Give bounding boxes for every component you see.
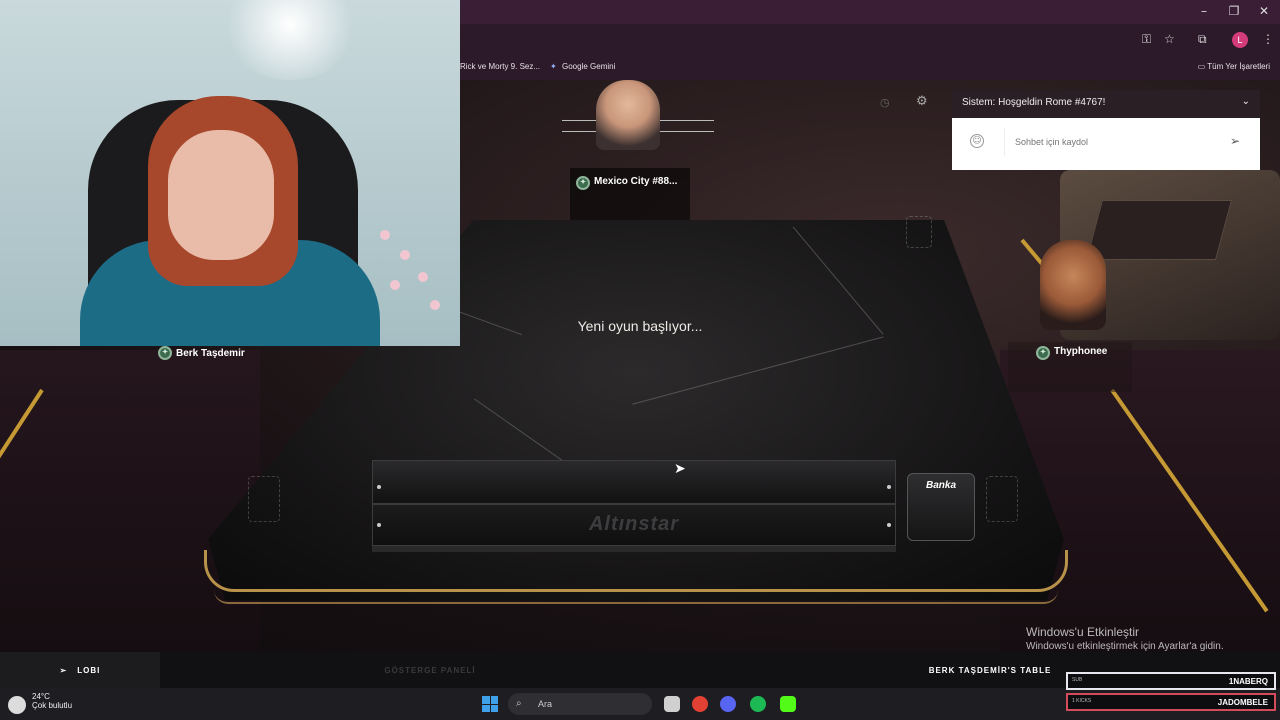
flower-blossom	[418, 272, 428, 282]
discard-slot-left[interactable]	[248, 476, 280, 522]
player-plate-top[interactable]: ✦ Mexico City #88...	[570, 168, 690, 220]
task-view-icon[interactable]	[664, 696, 680, 712]
search-placeholder: Ara	[538, 699, 553, 709]
timer-icon: ◷	[880, 96, 890, 109]
player-name-right: Thyphonee	[1054, 346, 1108, 357]
bank-label: Banka	[925, 480, 956, 491]
gemini-icon: ✦	[550, 62, 557, 71]
flower-decoration	[370, 220, 450, 340]
mouse-cursor-icon: ➤	[674, 461, 686, 477]
rack-divider	[373, 503, 895, 505]
title-bar: – ❐ ✕	[460, 0, 1280, 24]
chat-panel: Sistem: Hoşgeldin Rome #4767! ⌄ ☺ ➢	[952, 90, 1260, 170]
weather-desc: Çok bulutlu	[32, 701, 73, 710]
marble-vein	[792, 226, 884, 335]
table-rim-lower	[214, 590, 1058, 604]
tile-rack[interactable]: Altınstar	[372, 460, 896, 546]
stream-alerts: SUB 1NABERQ 1 KICKS JADOMBELE	[1066, 672, 1276, 714]
discord-icon[interactable]	[720, 696, 736, 712]
windows-start-icon[interactable]	[482, 696, 498, 712]
game-status-message: Yeni oyun başlıyor...	[577, 318, 703, 334]
bookmark-star-icon[interactable]: ☆	[1164, 32, 1175, 46]
bookmark-google-gemini[interactable]: Google Gemini	[562, 62, 615, 71]
marble-vein	[632, 336, 884, 405]
rack-base	[372, 546, 896, 552]
lobby-button[interactable]: ➣ LOBI	[0, 652, 160, 688]
player-name-left: Berk Taşdemir	[176, 347, 245, 359]
chat-header[interactable]: Sistem: Hoşgeldin Rome #4767! ⌄	[952, 90, 1260, 118]
alert-type: 1 KICKS	[1072, 698, 1092, 704]
send-icon[interactable]: ➢	[1230, 134, 1240, 148]
all-bookmarks-link[interactable]: ▭ Tüm Yer İşaretleri	[1198, 62, 1270, 71]
windows-activation-watermark: Windows'u Etkinleştir Windows'u etkinleş…	[1026, 625, 1224, 652]
chat-input[interactable]	[1004, 128, 1254, 156]
player-level-icon: ✦	[576, 176, 590, 190]
password-key-icon[interactable]: ⚿	[1142, 32, 1151, 47]
rack-rivet	[887, 485, 891, 489]
side-desk	[1085, 200, 1233, 260]
dashboard-tab[interactable]: GÖSTERGE PANELİ	[350, 652, 510, 688]
player-plate-right[interactable]: ✦ Thyphonee	[1008, 342, 1132, 392]
navigate-arrow-icon: ➣	[59, 665, 68, 675]
profile-avatar[interactable]: L	[1232, 32, 1248, 48]
lobby-label: LOBI	[77, 665, 101, 675]
flower-blossom	[390, 280, 400, 290]
alert-username: 1NABERQ	[1228, 677, 1268, 686]
player-name-top: Mexico City #88...	[594, 176, 678, 187]
all-bookmarks-label: Tüm Yer İşaretleri	[1207, 62, 1270, 71]
activation-subtitle: Windows'u etkinleştirmek için Ayarlar'a …	[1026, 641, 1224, 652]
chrome-icon[interactable]	[692, 696, 708, 712]
avatar-right-player	[1040, 240, 1106, 330]
settings-gear-icon[interactable]: ⚙	[916, 94, 928, 109]
close-button[interactable]: ✕	[1254, 4, 1274, 18]
weather-widget[interactable]: 24°C Çok bulutlu	[8, 692, 73, 714]
table-name: BERK TAŞDEMİR'S TABLE	[928, 665, 1052, 675]
alert-type: SUB	[1072, 677, 1083, 683]
system-message: Sistem: Hoşgeldin Rome #4767!	[962, 97, 1106, 108]
emoji-icon[interactable]: ☺	[970, 134, 984, 148]
browser-toolbar: ⚿ ☆ ⧉ L ⋮	[460, 24, 1280, 56]
player-level-icon: ✦	[1036, 346, 1050, 360]
alert-sub: SUB 1NABERQ	[1066, 672, 1276, 690]
menu-kebab-icon[interactable]: ⋮	[1262, 32, 1274, 46]
alert-kicks: 1 KICKS JADOMBELE	[1066, 693, 1276, 711]
restore-button[interactable]: ❐	[1224, 4, 1244, 18]
rack-logo: Altınstar	[588, 513, 680, 535]
folder-icon: ▭	[1197, 62, 1208, 71]
flower-blossom	[400, 250, 410, 260]
table-rim	[204, 550, 1068, 592]
bank-pile[interactable]: Banka	[907, 473, 975, 541]
streamer-face	[168, 130, 274, 260]
kick-icon[interactable]	[780, 696, 796, 712]
bookmark-rick-morty[interactable]: Rick ve Morty 9. Sez...	[460, 62, 540, 71]
flower-blossom	[430, 300, 440, 310]
discard-slot-right[interactable]	[986, 476, 1018, 522]
webcam-overlay	[0, 0, 460, 346]
player-level-icon: ✦	[158, 346, 172, 360]
avatar-top-player	[596, 80, 660, 150]
extensions-icon[interactable]: ⧉	[1198, 32, 1207, 47]
spotify-icon[interactable]	[750, 696, 766, 712]
taskbar-search[interactable]: ⌕ Ara	[508, 693, 652, 715]
search-icon: ⌕	[516, 698, 522, 709]
alert-username: JADOMBELE	[1217, 698, 1268, 707]
minimize-button[interactable]: –	[1194, 4, 1214, 18]
browser-window: – ❐ ✕ ⚿ ☆ ⧉ L ⋮ Rick ve Morty 9. Sez... …	[460, 0, 1280, 80]
bookmarks-bar: Rick ve Morty 9. Sez... ✦ Google Gemini …	[460, 56, 1280, 78]
chevron-down-icon[interactable]: ⌄	[1242, 96, 1250, 107]
rack-rivet	[377, 485, 381, 489]
flower-blossom	[380, 230, 390, 240]
weather-temp: 24°C	[32, 692, 50, 701]
discard-slot-top[interactable]	[906, 216, 932, 248]
activation-title: Windows'u Etkinleştir	[1026, 625, 1139, 639]
cloud-icon	[8, 696, 26, 714]
ceiling-light	[220, 0, 360, 80]
chat-compose: ☺ ➢	[952, 118, 1260, 170]
